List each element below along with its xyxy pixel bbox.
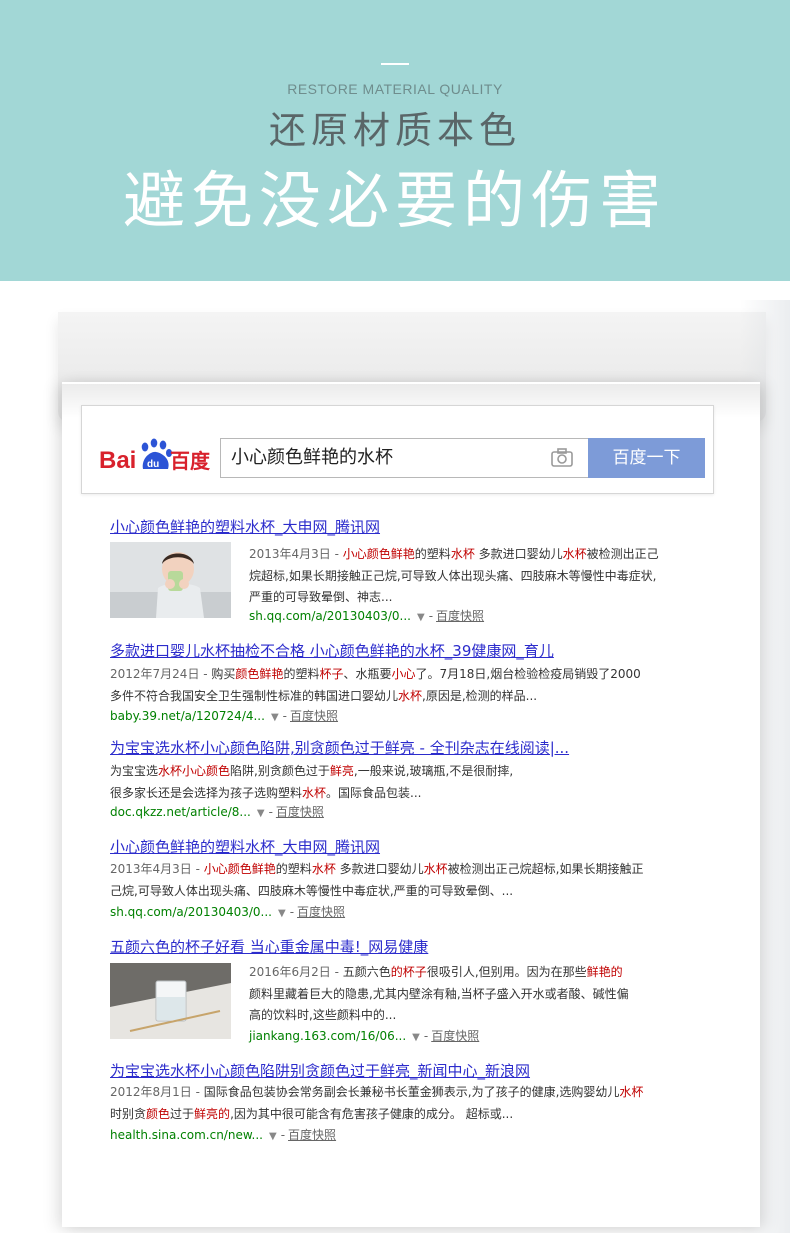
chevron-down-icon[interactable]: ▼ (278, 908, 286, 919)
camera-icon[interactable] (550, 447, 574, 469)
chevron-down-icon[interactable]: ▼ (417, 612, 425, 623)
result-title[interactable]: 为宝宝选水杯小心颜色陷阱别贪颜色过于鲜亮_新闻中心_新浪网 (110, 1060, 530, 1081)
result-snippet: 2013年4月3日 - 小心颜色鲜艳的塑料水杯 多款进口婴幼儿水杯被检测出正己烷… (110, 862, 644, 898)
snapshot-link[interactable]: 百度快照 (276, 805, 324, 819)
snapshot-link[interactable]: 百度快照 (436, 609, 484, 623)
result-url[interactable]: jiankang.163.com/16/06... ▼ - 百度快照 (249, 1027, 479, 1044)
chevron-down-icon[interactable]: ▼ (269, 1131, 277, 1142)
snapshot-link[interactable]: 百度快照 (290, 709, 338, 723)
result-thumbnail[interactable] (110, 963, 231, 1039)
result-title[interactable]: 为宝宝选水杯小心颜色陷阱,别贪颜色过于鲜亮 - 全刊杂志在线阅读|... (110, 737, 569, 758)
result-url[interactable]: baby.39.net/a/120724/4... ▼ - 百度快照 (110, 707, 338, 724)
logo-cn-text: 百度 (170, 449, 211, 473)
baidu-paw-icon: Bai du 百度 (99, 438, 211, 474)
baidu-logo[interactable]: Bai du 百度 (99, 436, 212, 476)
banner-subtitle: 还原材质本色 (269, 109, 521, 152)
result-title[interactable]: 五颜六色的杯子好看 当心重金属中毒!_网易健康 (110, 936, 428, 957)
chevron-down-icon[interactable]: ▼ (412, 1032, 420, 1043)
banner-title: 避免没必要的伤害 (122, 164, 667, 237)
result-snippet: 2016年6月2日 - 五颜六色的杯子很吸引人,但别用。因为在那些鲜艳的颜料里藏… (249, 965, 629, 1022)
result-snippet: 2012年8月1日 - 国际食品包装协会常务副会长兼秘书长董金狮表示,为了孩子的… (110, 1085, 644, 1121)
snapshot-link[interactable]: 百度快照 (297, 905, 345, 919)
snapshot-link[interactable]: 百度快照 (431, 1029, 479, 1043)
result-snippet: 2012年7月24日 - 购买颜色鲜艳的塑料杯子、水瓶要小心了。7月18日,烟台… (110, 667, 641, 703)
result-title[interactable]: 小心颜色鲜艳的塑料水杯_大申网_腾讯网 (110, 516, 380, 537)
logo-bai-text: Bai (99, 447, 136, 474)
result-snippet: 为宝宝选水杯小心颜色陷阱,别贪颜色过于鲜亮,一般来说,玻璃瓶,不是很耐摔,很多家… (110, 764, 514, 800)
chevron-down-icon[interactable]: ▼ (257, 808, 265, 819)
result-snippet: 2013年4月3日 - 小心颜色鲜艳的塑料水杯 多款进口婴幼儿水杯被检测出正己烷… (249, 547, 659, 604)
banner-english-caption: RESTORE MATERIAL QUALITY (287, 81, 503, 97)
logo-du-text: du (147, 459, 159, 470)
header-banner: RESTORE MATERIAL QUALITY 还原材质本色 避免没必要的伤害 (0, 0, 790, 281)
result-title[interactable]: 多款进口婴儿水杯抽检不合格 小心颜色鲜艳的水杯_39健康网_育儿 (110, 640, 554, 661)
result-url[interactable]: sh.qq.com/a/20130403/0... ▼ - 百度快照 (249, 607, 484, 624)
result-url[interactable]: sh.qq.com/a/20130403/0... ▼ - 百度快照 (110, 903, 345, 920)
snapshot-link[interactable]: 百度快照 (288, 1128, 336, 1142)
banner-divider (381, 63, 409, 65)
chevron-down-icon[interactable]: ▼ (271, 712, 279, 723)
result-thumbnail[interactable] (110, 542, 231, 618)
search-button[interactable]: 百度一下 (588, 438, 705, 478)
result-title[interactable]: 小心颜色鲜艳的塑料水杯_大申网_腾讯网 (110, 836, 380, 857)
search-input[interactable]: 小心颜色鲜艳的水杯 (220, 438, 588, 478)
result-url[interactable]: health.sina.com.cn/new... ▼ - 百度快照 (110, 1126, 336, 1143)
result-url[interactable]: doc.qkzz.net/article/8... ▼ - 百度快照 (110, 803, 324, 820)
